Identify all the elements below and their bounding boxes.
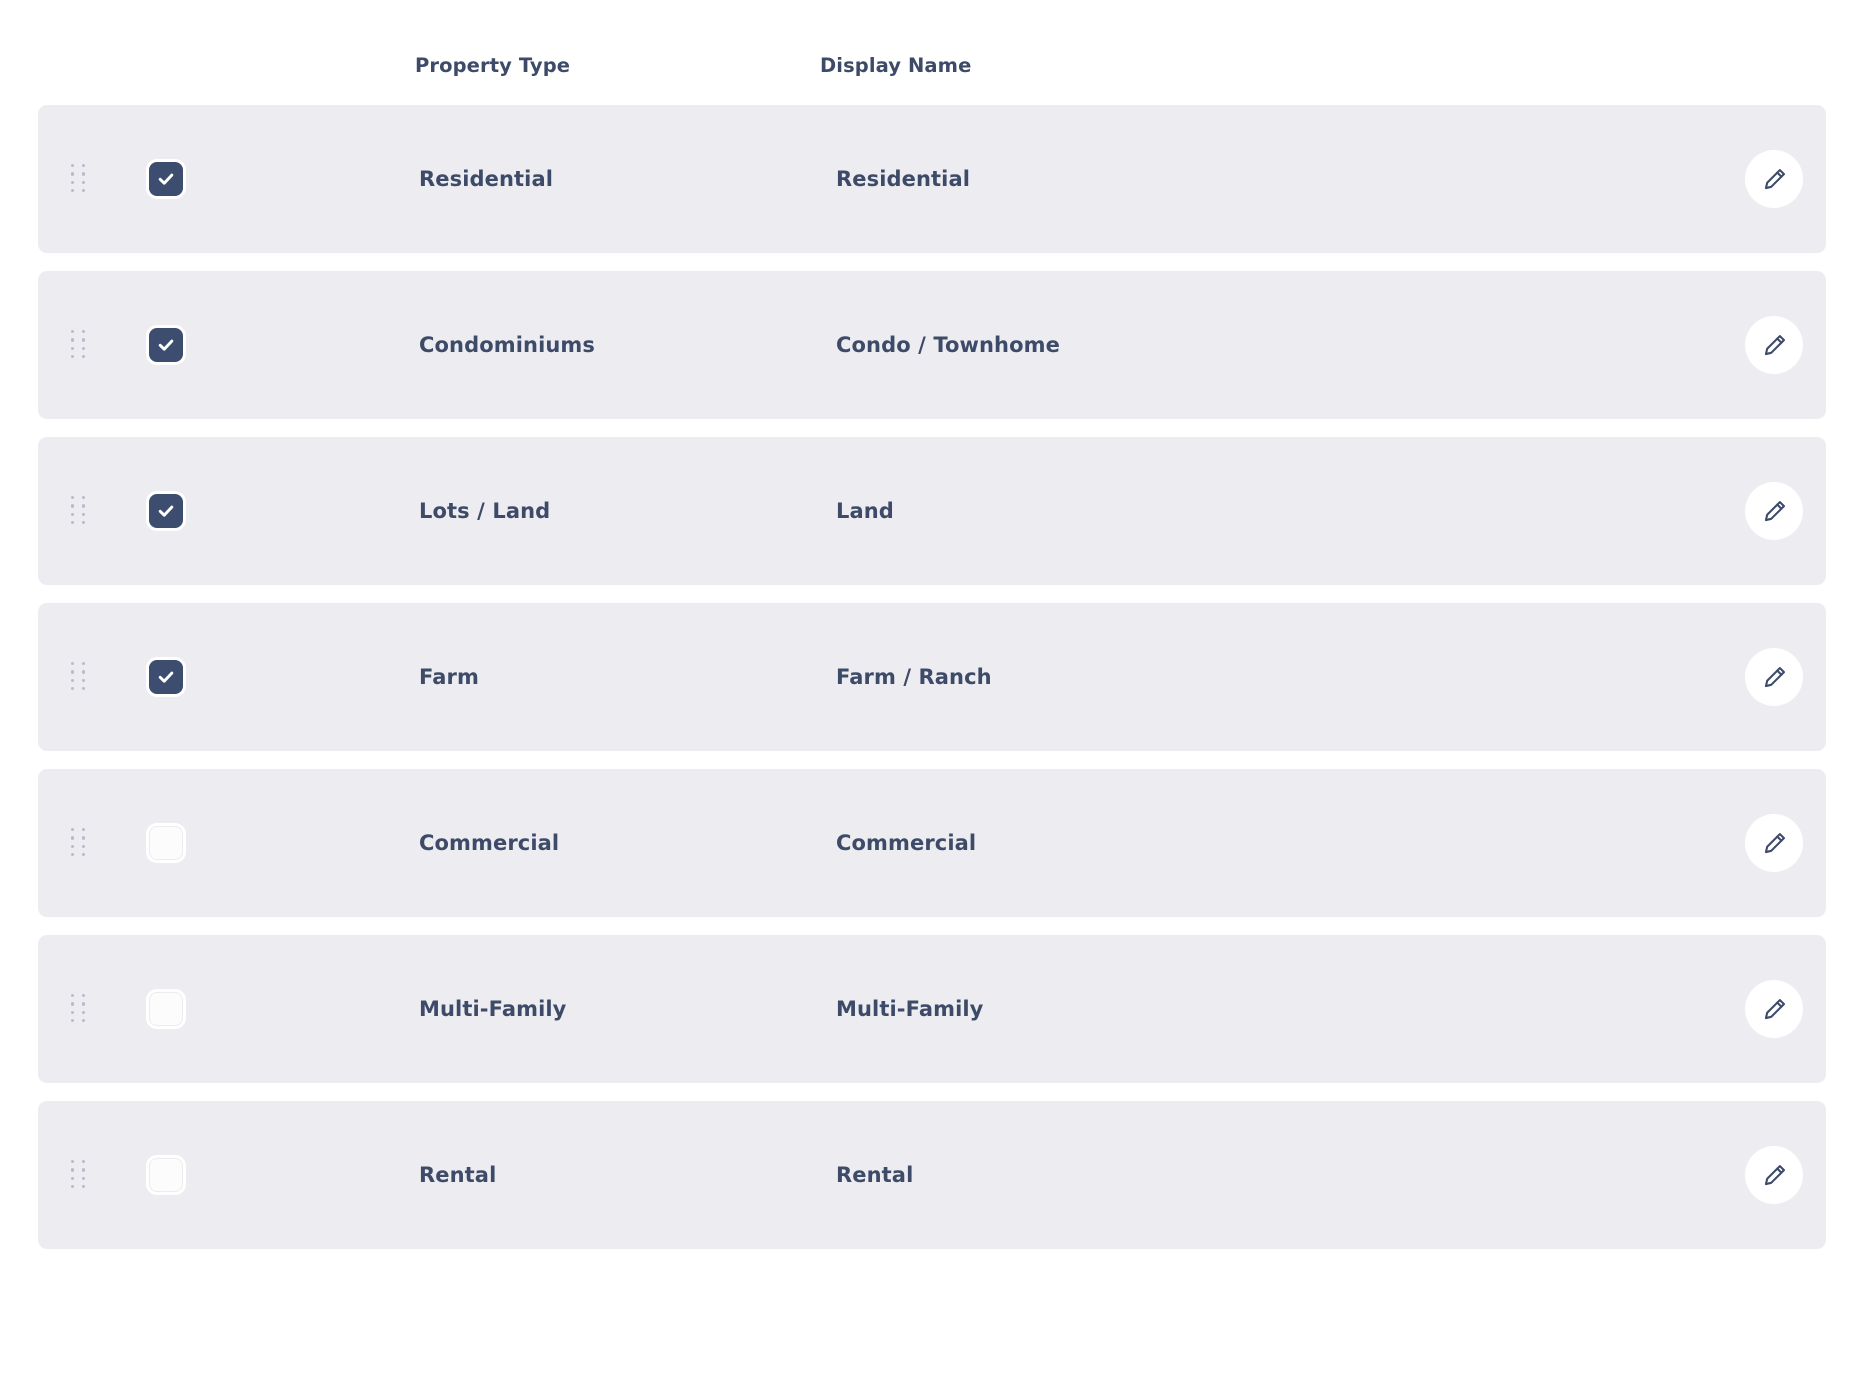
table-row[interactable]: Multi-Family Multi-Family <box>38 935 1826 1083</box>
property-type-settings-page: Property Type Display Name Residential R… <box>0 0 1864 1386</box>
table-row[interactable]: Condominiums Condo / Townhome <box>38 271 1826 419</box>
pencil-icon <box>1764 666 1785 687</box>
edit-row-button[interactable] <box>1745 814 1803 872</box>
check-icon <box>158 505 174 517</box>
cell-display-name: Condo / Townhome <box>836 333 1060 357</box>
row-enabled-checkbox-lots-land[interactable] <box>149 494 183 528</box>
drag-handle-icon[interactable] <box>71 1160 87 1190</box>
edit-row-button[interactable] <box>1745 980 1803 1038</box>
pencil-icon <box>1764 832 1785 853</box>
edit-row-button[interactable] <box>1745 482 1803 540</box>
cell-display-name: Land <box>836 499 894 523</box>
edit-row-button[interactable] <box>1745 1146 1803 1204</box>
table-row[interactable]: Residential Residential <box>38 105 1826 253</box>
edit-row-button[interactable] <box>1745 150 1803 208</box>
drag-handle-icon[interactable] <box>71 994 87 1024</box>
row-enabled-checkbox-residential[interactable] <box>149 162 183 196</box>
cell-display-name: Multi-Family <box>836 997 984 1021</box>
edit-row-button[interactable] <box>1745 316 1803 374</box>
pencil-icon <box>1764 1164 1785 1185</box>
row-enabled-checkbox-farm[interactable] <box>149 660 183 694</box>
cell-property-type: Commercial <box>419 831 560 855</box>
row-enabled-checkbox-condominiums[interactable] <box>149 328 183 362</box>
cell-property-type: Condominiums <box>419 333 596 357</box>
cell-display-name: Commercial <box>836 831 977 855</box>
drag-handle-icon[interactable] <box>71 496 87 526</box>
check-icon <box>158 173 174 185</box>
check-icon <box>158 671 174 683</box>
cell-display-name: Residential <box>836 167 971 191</box>
edit-row-button[interactable] <box>1745 648 1803 706</box>
table-row[interactable]: Farm Farm / Ranch <box>38 603 1826 751</box>
cell-display-name: Farm / Ranch <box>836 665 992 689</box>
row-enabled-checkbox-multi-family[interactable] <box>149 992 183 1026</box>
cell-display-name: Rental <box>836 1163 914 1187</box>
row-enabled-checkbox-commercial[interactable] <box>149 826 183 860</box>
pencil-icon <box>1764 998 1785 1019</box>
column-header-property-type: Property Type <box>415 54 571 77</box>
drag-handle-icon[interactable] <box>71 662 87 692</box>
drag-handle-icon[interactable] <box>71 828 87 858</box>
table-column-headers: Property Type Display Name <box>0 0 1864 105</box>
table-row[interactable]: Commercial Commercial <box>38 769 1826 917</box>
drag-handle-icon[interactable] <box>71 164 87 194</box>
cell-property-type: Multi-Family <box>419 997 567 1021</box>
pencil-icon <box>1764 334 1785 355</box>
property-type-list: Residential Residential Condominiums Con… <box>0 105 1864 1249</box>
pencil-icon <box>1764 168 1785 189</box>
check-icon <box>158 339 174 351</box>
table-row[interactable]: Lots / Land Land <box>38 437 1826 585</box>
cell-property-type: Lots / Land <box>419 499 551 523</box>
row-enabled-checkbox-rental[interactable] <box>149 1158 183 1192</box>
column-header-display-name: Display Name <box>820 54 972 77</box>
table-row[interactable]: Rental Rental <box>38 1101 1826 1249</box>
cell-property-type: Farm <box>419 665 479 689</box>
cell-property-type: Residential <box>419 167 554 191</box>
pencil-icon <box>1764 500 1785 521</box>
drag-handle-icon[interactable] <box>71 330 87 360</box>
cell-property-type: Rental <box>419 1163 497 1187</box>
